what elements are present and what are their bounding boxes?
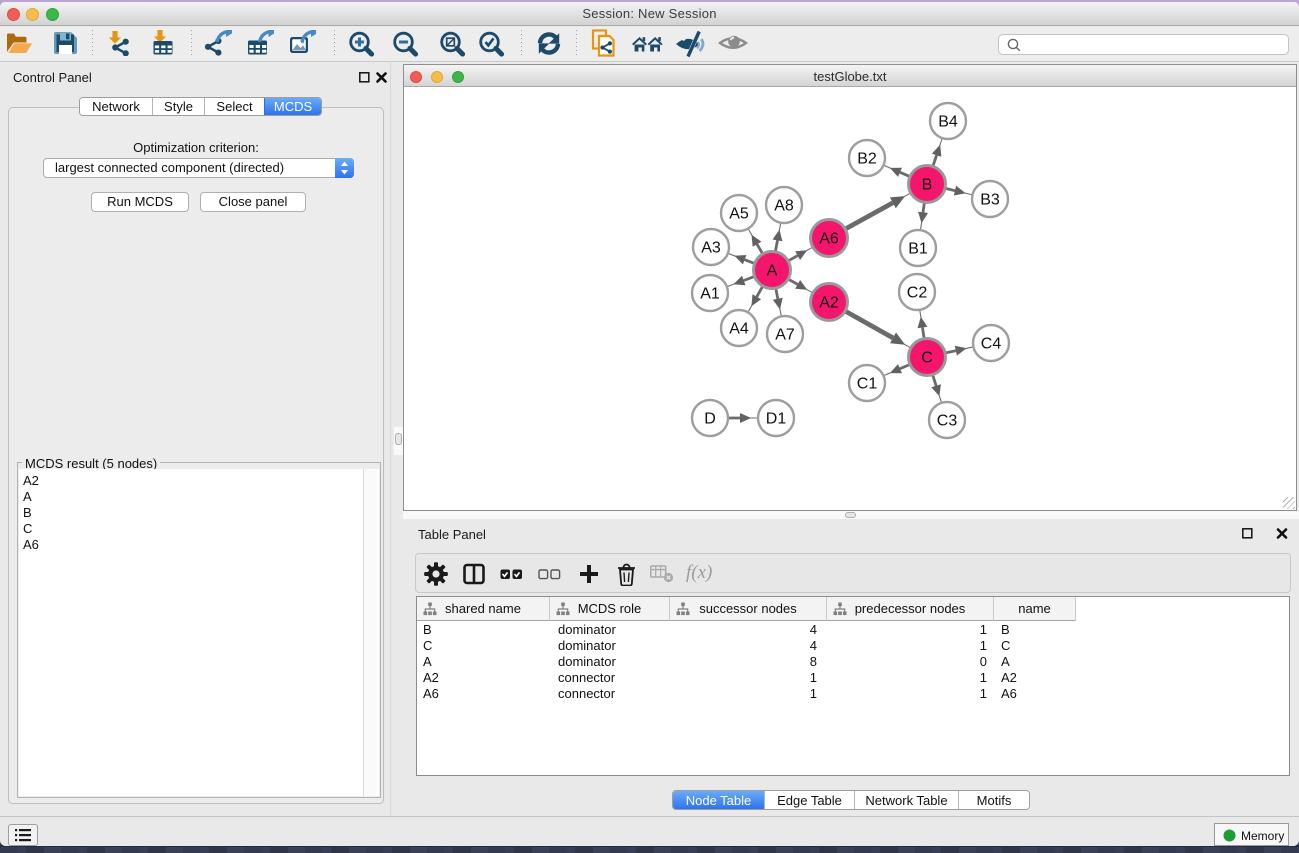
svg-text:B1: B1 (908, 241, 928, 258)
svg-text:A1: A1 (700, 286, 720, 303)
svg-text:C1: C1 (857, 376, 878, 393)
svg-text:D1: D1 (766, 411, 787, 428)
svg-text:B3: B3 (980, 192, 1000, 209)
svg-text:B2: B2 (857, 151, 877, 168)
svg-text:D: D (704, 411, 716, 428)
svg-text:A4: A4 (729, 321, 749, 338)
svg-text:C3: C3 (937, 413, 958, 430)
svg-text:A6: A6 (819, 231, 839, 248)
svg-text:A5: A5 (729, 206, 749, 223)
svg-text:C4: C4 (981, 336, 1002, 353)
svg-text:A2: A2 (819, 295, 839, 312)
svg-text:C: C (921, 350, 933, 367)
svg-text:B4: B4 (938, 114, 958, 131)
svg-text:A7: A7 (775, 327, 795, 344)
svg-text:A: A (767, 263, 778, 280)
svg-text:B: B (922, 177, 933, 194)
svg-text:C2: C2 (907, 285, 928, 302)
svg-text:A3: A3 (701, 240, 721, 257)
svg-text:A8: A8 (774, 198, 794, 215)
